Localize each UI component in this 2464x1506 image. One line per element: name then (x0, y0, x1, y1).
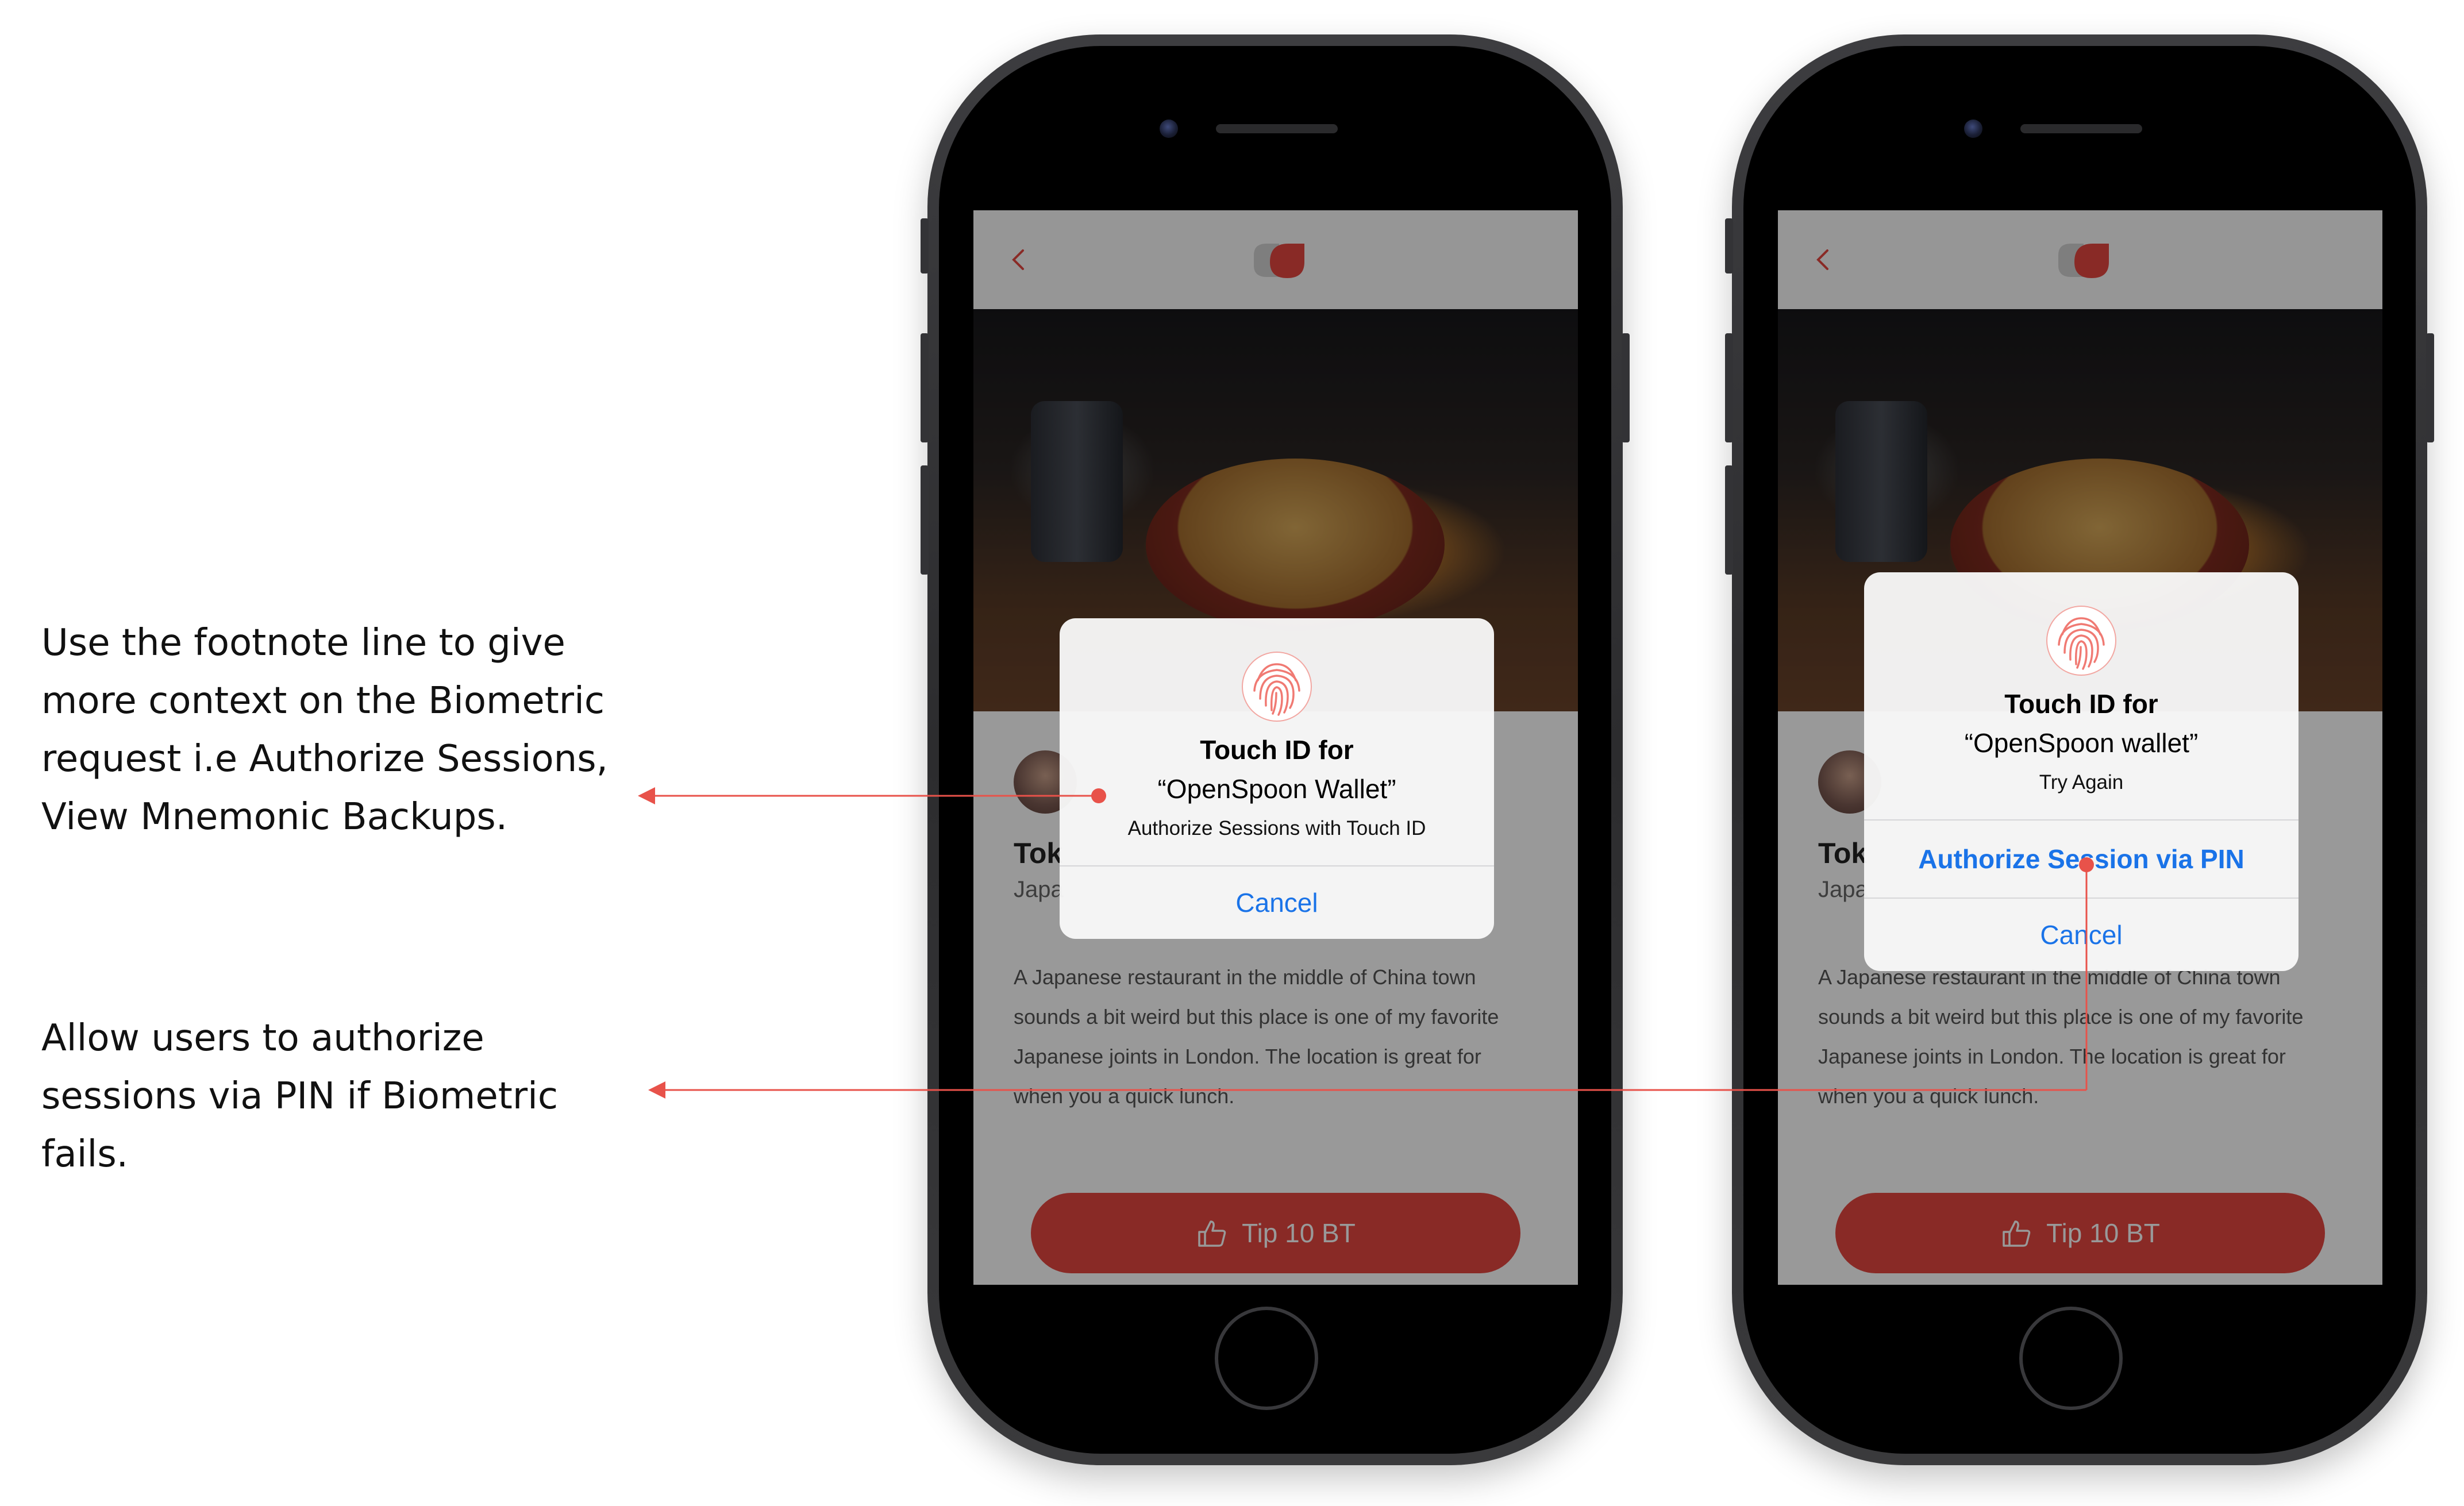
alert-footnote: Authorize Sessions with Touch ID (1127, 817, 1426, 839)
fingerprint-icon (2046, 606, 2116, 676)
phone-screen: Tok Japa A Japanese restaurant in the mi… (973, 210, 1578, 1285)
home-button[interactable] (2019, 1307, 2123, 1410)
volume-up-button (921, 333, 929, 442)
alert-title: Touch ID for (2004, 689, 2158, 719)
power-button (2426, 333, 2434, 442)
alert-title: Touch ID for (1200, 735, 1354, 765)
authorize-via-pin-button[interactable]: Authorize Session via PIN (1864, 819, 2299, 898)
alert-app-name: “OpenSpoon wallet” (1964, 728, 2199, 758)
front-camera (1964, 120, 1982, 138)
front-camera (1160, 120, 1178, 138)
cancel-button[interactable]: Cancel (1060, 865, 1494, 939)
volume-up-button (1725, 333, 1733, 442)
earpiece-speaker (1216, 124, 1338, 133)
volume-down-button (1725, 465, 1733, 575)
earpiece-speaker (2020, 124, 2142, 133)
alert-footnote: Try Again (2039, 771, 2124, 794)
annotation-footnote-context: Use the footnote line to give more conte… (41, 622, 608, 838)
mute-switch (921, 218, 929, 274)
annotation-pin-fallback: Allow users to authorize sessions via PI… (41, 1017, 559, 1176)
phone-screen: Tok Japa A Japanese restaurant in the mi… (1778, 210, 2382, 1285)
touch-id-retry-alert: Touch ID for “OpenSpoon wallet” Try Agai… (1864, 572, 2299, 971)
phone-mockup-2: Tok Japa A Japanese restaurant in the mi… (1725, 34, 2434, 1465)
fingerprint-icon (1242, 652, 1312, 722)
mute-switch (1725, 218, 1733, 274)
power-button (1622, 333, 1630, 442)
phone-mockup-1: Tok Japa A Japanese restaurant in the mi… (921, 34, 1630, 1465)
alert-app-name: “OpenSpoon Wallet” (1157, 774, 1396, 804)
home-button[interactable] (1215, 1307, 1318, 1410)
cancel-button[interactable]: Cancel (1864, 898, 2299, 971)
volume-down-button (921, 465, 929, 575)
touch-id-alert: Touch ID for “OpenSpoon Wallet” Authoriz… (1060, 618, 1494, 939)
